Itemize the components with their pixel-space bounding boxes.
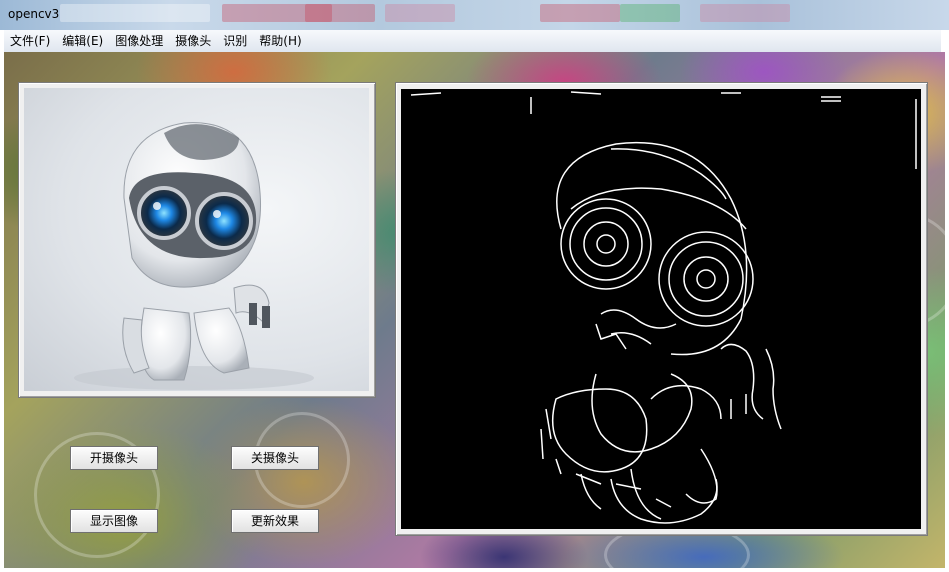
background-taskbar-ghost: [60, 4, 210, 22]
update-effect-button[interactable]: 更新效果: [231, 509, 319, 533]
dialog-client-area: 开摄像头 关摄像头 显示图像 更新效果: [4, 52, 945, 568]
window-title-bar: opencv3: [0, 0, 949, 30]
menu-help[interactable]: 帮助(H): [253, 31, 307, 51]
menu-file[interactable]: 文件(F): [4, 31, 56, 51]
source-image: [24, 88, 369, 391]
menu-camera[interactable]: 摄像头: [169, 31, 217, 51]
close-camera-button[interactable]: 关摄像头: [231, 446, 319, 470]
source-image-frame: [18, 82, 376, 398]
menu-image-processing[interactable]: 图像处理: [109, 31, 169, 51]
menu-edit[interactable]: 编辑(E): [56, 31, 109, 51]
background-taskbar-ghost: [305, 4, 375, 22]
background-taskbar-ghost: [620, 4, 680, 22]
processed-image: [401, 89, 921, 529]
background-taskbar-ghost: [385, 4, 455, 22]
open-camera-button[interactable]: 开摄像头: [70, 446, 158, 470]
menu-recognition[interactable]: 识别: [217, 31, 253, 51]
robot-photo: [74, 122, 314, 390]
background-taskbar-ghost: [700, 4, 790, 22]
menu-bar: 文件(F) 编辑(E) 图像处理 摄像头 识别 帮助(H): [4, 30, 941, 53]
processed-image-frame: [395, 82, 928, 536]
show-image-button[interactable]: 显示图像: [70, 509, 158, 533]
robot-edge-map: [410, 91, 917, 524]
window-title: opencv3: [8, 7, 60, 21]
background-taskbar-ghost: [540, 4, 620, 22]
